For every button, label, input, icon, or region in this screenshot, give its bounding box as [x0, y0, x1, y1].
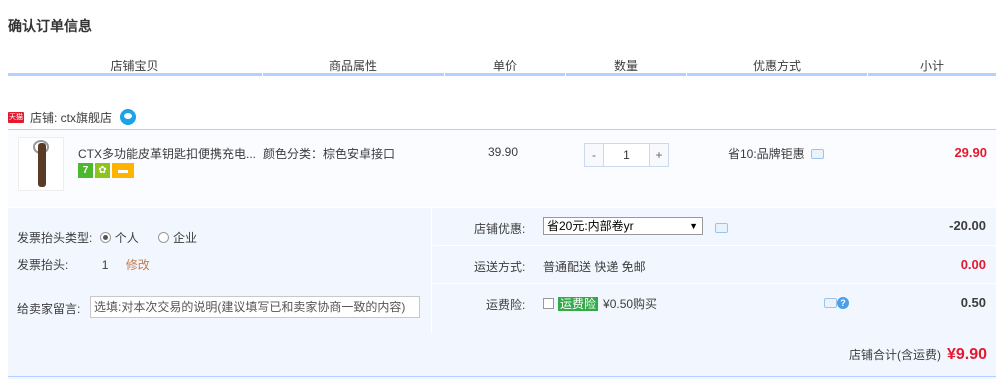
radio-company-label: 企业 [173, 231, 198, 245]
shop-discount-row: 店铺优惠: 省20元:内部卷yr ▼ -20.00 [433, 208, 996, 246]
seller-message-input[interactable]: 选填:对本次交易的说明(建议填写已和卖家协商一致的内容) [90, 296, 420, 318]
seven-day-return-icon[interactable]: 7 [78, 163, 93, 178]
order-details-panel: 发票抬头类型: 个人 企业 发票抬头: 1 修改 给卖家留言: 选填:对本次交易… [8, 208, 996, 379]
insurance-option: 运费险 ¥0.50购买 [543, 295, 657, 312]
wangwang-chat-icon[interactable] [120, 109, 137, 125]
invoice-title-value: 1 [101, 258, 109, 272]
insurance-help: ? [824, 297, 849, 309]
discount-comment-icon[interactable] [715, 223, 728, 233]
shop-total-label: 店铺合计(含运费) [848, 348, 941, 362]
guarantee-icon[interactable]: ✿ [95, 163, 110, 178]
header-subtotal: 小计 [919, 59, 944, 73]
header-shop-item: 店铺宝贝 [110, 59, 159, 73]
invoice-type-row: 发票抬头类型: 个人 企业 [17, 229, 197, 246]
service-badges: 7 ✿ ▬ [78, 163, 134, 178]
shipping-label: 运送方式: [474, 260, 526, 274]
product-attribute: 颜色分类：棕色安卓接口 [263, 147, 396, 161]
invoice-title-row: 发票抬头: 1 修改 [17, 256, 150, 273]
quantity-decrease-button[interactable]: - [584, 143, 604, 167]
shop-discount-selected: 省20元:内部卷yr [547, 219, 634, 233]
product-thumbnail[interactable] [18, 137, 64, 191]
insurance-amount: 0.50 [960, 295, 986, 310]
shop-discount-amount: -20.00 [949, 218, 986, 233]
invoice-title-label: 发票抬头: [17, 258, 69, 272]
product-name-link[interactable]: CTX多功能皮革钥匙扣便携充电... [78, 145, 258, 162]
shipping-insurance-row: 运费险: 运费险 ¥0.50购买 ? 0.50 [433, 284, 996, 322]
header-attributes: 商品属性 [328, 59, 377, 73]
shipping-method: 普通配送 快递 免邮 [543, 260, 646, 274]
shop-row: 天猫 店铺: ctx旗舰店 [8, 106, 137, 128]
shop-total: 店铺合计(含运费) ¥9.90 [849, 346, 987, 364]
invoice-personal-option[interactable]: 个人 [99, 231, 142, 245]
insurance-checkbox[interactable] [543, 298, 554, 309]
header-quantity: 数量 [613, 59, 638, 73]
quantity-stepper: - 1 + [584, 143, 669, 167]
unit-price: 39.90 [488, 145, 519, 159]
table-header: 店铺宝贝 商品属性 单价 数量 优惠方式 小计 [8, 52, 996, 76]
promo-info: 省10:品牌钜惠 [728, 145, 824, 162]
radio-personal[interactable] [99, 232, 111, 243]
insurance-comment-icon[interactable] [824, 298, 837, 308]
quantity-increase-button[interactable]: + [649, 143, 669, 167]
shipping-row: 运送方式: 普通配送 快递 免邮 0.00 [433, 246, 996, 284]
shop-name[interactable]: 店铺: ctx旗舰店 [30, 109, 112, 126]
page-title: 确认订单信息 [8, 18, 92, 34]
radio-personal-label: 个人 [114, 231, 139, 245]
promo-text: 省10:品牌钜惠 [728, 147, 805, 161]
shop-discount-select[interactable]: 省20元:内部卷yr ▼ [543, 217, 703, 235]
insurance-badge: 运费险 [558, 297, 599, 311]
insurance-label: 运费险: [486, 298, 526, 312]
message-label: 给卖家留言: [17, 302, 81, 316]
bottom-divider [8, 376, 996, 377]
help-icon[interactable]: ? [837, 297, 849, 309]
header-promo: 优惠方式 [752, 59, 801, 73]
invoice-edit-link[interactable]: 修改 [126, 258, 150, 272]
leather-strap-shape [38, 143, 46, 187]
dropdown-arrow-icon: ▼ [689, 221, 698, 231]
invoice-type-label: 发票抬头类型: [17, 231, 93, 245]
shop-total-amount: ¥9.90 [946, 346, 987, 363]
item-subtotal: 29.90 [954, 145, 987, 160]
quantity-input[interactable]: 1 [604, 143, 649, 167]
invoice-message-pane: 发票抬头类型: 个人 企业 发票抬头: 1 修改 给卖家留言: 选填:对本次交易… [8, 208, 432, 333]
promo-comment-icon[interactable] [810, 148, 824, 159]
tmall-icon: 天猫 [8, 111, 24, 123]
fees-pane: 店铺优惠: 省20元:内部卷yr ▼ -20.00 运送方式: 普通配送 快递 … [433, 208, 996, 333]
credit-card-icon[interactable]: ▬ [112, 163, 134, 178]
header-price: 单价 [492, 59, 517, 73]
shop-discount-label: 店铺优惠: [474, 222, 526, 236]
invoice-company-option[interactable]: 企业 [158, 231, 197, 245]
order-item-row: CTX多功能皮革钥匙扣便携充电... 7 ✿ ▬ 颜色分类：棕色安卓接口 39.… [8, 129, 996, 207]
radio-company[interactable] [158, 232, 170, 243]
insurance-price: ¥0.50购买 [603, 297, 658, 311]
shipping-amount: 0.00 [960, 257, 986, 272]
